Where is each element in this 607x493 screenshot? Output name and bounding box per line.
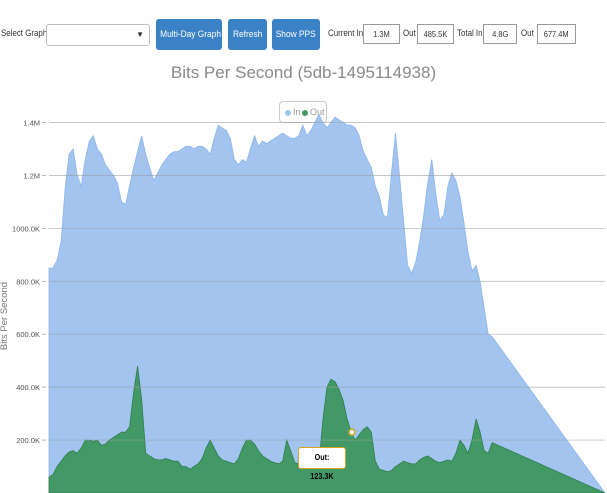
hover-point-marker (348, 428, 356, 436)
y-tick-label: 1000.0K (12, 224, 40, 233)
y-tick-label: 800.0K (16, 277, 40, 286)
y-tick-label: 600.0K (16, 330, 40, 339)
chart-tooltip: Out: 123.3K (298, 447, 346, 481)
y-tick-label: 1.2M (23, 171, 40, 180)
bits-per-second-chart: 200.0K 400.0K 600.0K 800.0K 1000.0K 1.2M 1.4M B… (0, 113, 606, 493)
y-tick-label: 1.4M (23, 118, 40, 127)
y-axis-label: Bits Per Second (0, 282, 10, 350)
y-tick-label: 200.0K (16, 436, 40, 445)
y-tick-label: 400.0K (16, 383, 40, 392)
